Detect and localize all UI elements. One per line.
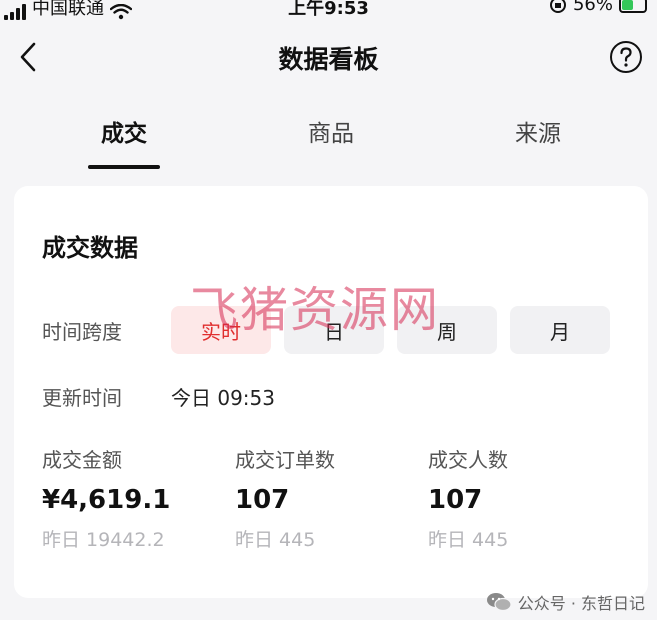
update-time-label: 更新时间	[42, 386, 122, 410]
battery-icon	[619, 0, 647, 13]
tab-bar: 成交 商品 来源	[0, 100, 657, 172]
credit-text: 公众号 · 东哲日记	[517, 594, 645, 613]
page-title: 数据看板	[278, 45, 379, 74]
status-right: 56%	[549, 0, 647, 15]
header: 数据看板	[0, 28, 657, 86]
metric-yesterday: 昨日 19442.2	[42, 529, 165, 551]
metric-value: 107	[428, 485, 483, 515]
metric-value: ¥4,619.1	[42, 485, 171, 515]
deal-data-card: 成交数据 时间跨度 实时 日 周 月 更新时间 今日 09:53 成交金额 ¥4…	[14, 186, 648, 598]
tab-deals[interactable]: 成交	[44, 114, 204, 148]
card-title: 成交数据	[42, 234, 138, 262]
tab-sources[interactable]: 来源	[458, 114, 618, 148]
metric-yesterday: 昨日 445	[235, 529, 316, 551]
metric-label: 成交订单数	[235, 448, 335, 472]
time-span-realtime-button[interactable]: 实时	[171, 306, 271, 354]
metric-value: 107	[235, 485, 290, 515]
status-bar: 中国联通 上午9:53 56%	[0, 0, 657, 20]
time-span-label: 时间跨度	[42, 320, 122, 344]
metric-yesterday: 昨日 445	[428, 529, 509, 551]
time-span-month-button[interactable]: 月	[510, 306, 610, 354]
question-circle-icon[interactable]	[609, 40, 643, 74]
footer-credit: 公众号 · 东哲日记	[486, 590, 645, 614]
battery-fill	[622, 0, 633, 10]
update-time-value: 今日 09:53	[171, 386, 275, 410]
battery-percent: 56%	[572, 0, 613, 15]
time-span-day-button[interactable]: 日	[284, 306, 384, 354]
metric-deal-amount[interactable]: 成交金额 ¥4,619.1 昨日 19442.2	[42, 444, 170, 552]
metric-label: 成交人数	[428, 448, 508, 472]
orientation-lock-icon	[549, 0, 566, 13]
wechat-icon	[486, 593, 512, 612]
metric-order-count[interactable]: 成交订单数 107 昨日 445	[235, 444, 335, 552]
time-span-week-button[interactable]: 周	[397, 306, 497, 354]
metric-buyer-count[interactable]: 成交人数 107 昨日 445	[428, 444, 508, 552]
tab-active-indicator	[88, 165, 160, 169]
tab-products[interactable]: 商品	[251, 114, 411, 148]
metric-label: 成交金额	[42, 448, 122, 472]
